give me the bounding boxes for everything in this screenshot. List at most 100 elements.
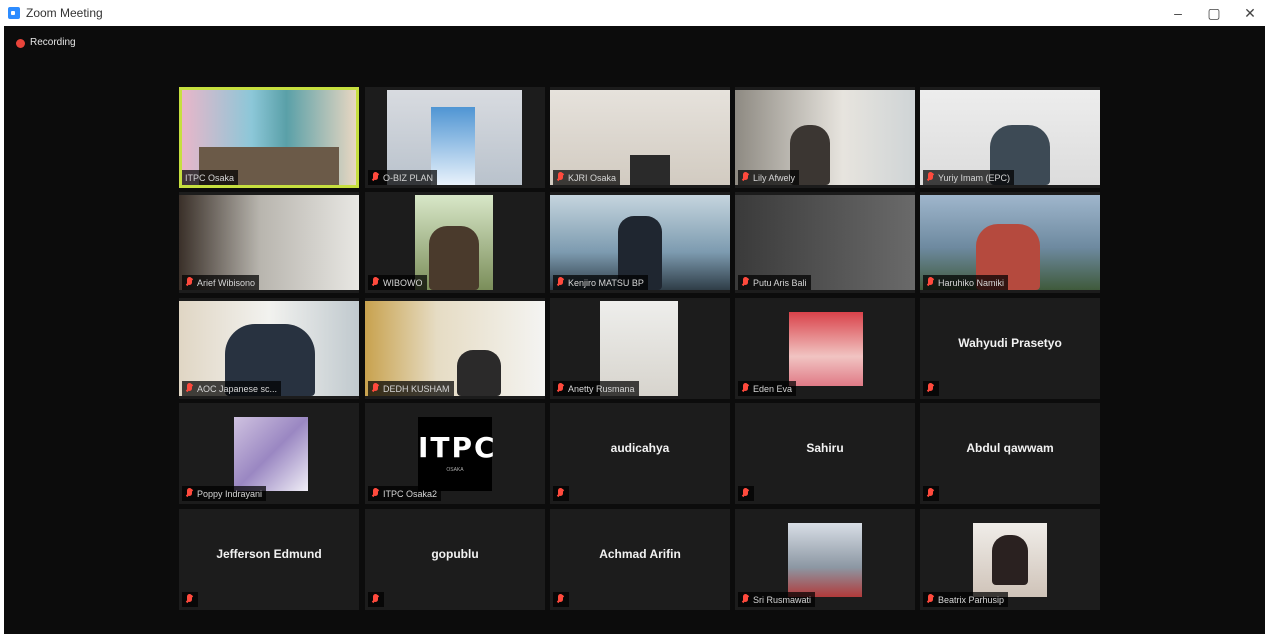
participant-display-name: audicahya xyxy=(610,441,670,455)
participant-tile[interactable]: WIBOWO xyxy=(365,192,545,293)
video-banner xyxy=(431,107,475,185)
participant-name: WIBOWO xyxy=(383,277,423,288)
participant-name-strip: Eden Eva xyxy=(738,381,797,396)
muted-mic-icon xyxy=(741,277,750,288)
participant-name-strip xyxy=(923,486,939,501)
participant-tile[interactable]: Poppy Indrayani xyxy=(179,403,359,504)
muted-mic-icon xyxy=(371,488,380,499)
minimize-button[interactable]: – xyxy=(1163,2,1193,24)
zoom-app-icon xyxy=(8,7,20,19)
muted-mic-icon xyxy=(741,594,750,605)
participant-name-strip: AOC Japanese sc... xyxy=(182,381,282,396)
participant-tile[interactable]: Putu Aris Bali xyxy=(735,192,915,293)
participant-name-strip: Yuriy Imam (EPC) xyxy=(923,170,1015,185)
participant-tile[interactable]: ITPC Osaka xyxy=(179,87,359,188)
muted-mic-icon xyxy=(741,172,750,183)
participant-tile[interactable]: Lily Afwely xyxy=(735,87,915,188)
participant-tile[interactable]: Wahyudi Prasetyo xyxy=(920,298,1100,399)
muted-mic-icon xyxy=(371,594,380,605)
participant-tile[interactable]: Sri Rusmawati xyxy=(735,509,915,610)
maximize-button[interactable]: ▢ xyxy=(1199,2,1229,24)
participant-tile[interactable]: AOC Japanese sc... xyxy=(179,298,359,399)
participant-name: Yuriy Imam (EPC) xyxy=(938,172,1011,183)
participant-tile[interactable]: Beatrix Parhusip xyxy=(920,509,1100,610)
participant-name-strip: WIBOWO xyxy=(368,275,427,290)
muted-mic-icon xyxy=(556,594,565,605)
participant-tile[interactable]: ITPC OSAKA ITPC Osaka2 xyxy=(365,403,545,504)
participant-name-strip xyxy=(553,592,569,607)
participant-name-strip xyxy=(553,486,569,501)
participant-tile[interactable]: Kenjiro MATSU BP xyxy=(550,192,730,293)
muted-mic-icon xyxy=(371,277,380,288)
participant-name: Eden Eva xyxy=(753,383,793,394)
participant-name-strip: Arief Wibisono xyxy=(182,275,260,290)
participant-name: Lily Afwely xyxy=(753,172,796,183)
muted-mic-icon xyxy=(556,488,565,499)
muted-mic-icon xyxy=(371,172,380,183)
muted-mic-icon xyxy=(926,383,935,394)
close-button[interactable]: ✕ xyxy=(1235,2,1265,24)
muted-mic-icon xyxy=(926,172,935,183)
participant-name-strip: Anetty Rusmana xyxy=(553,381,639,396)
participant-name: Haruhiko Namiki xyxy=(938,277,1005,288)
participant-display-name: gopublu xyxy=(431,547,479,561)
participant-tile[interactable]: Eden Eva xyxy=(735,298,915,399)
participant-tile[interactable]: KJRI Osaka xyxy=(550,87,730,188)
recording-label: Recording xyxy=(30,37,76,48)
participant-tile[interactable]: DEDH KUSHAM xyxy=(365,298,545,399)
muted-mic-icon xyxy=(926,277,935,288)
participant-name-strip: Beatrix Parhusip xyxy=(923,592,1009,607)
participant-display-name: Abdul qawwam xyxy=(966,441,1054,455)
participant-name: Putu Aris Bali xyxy=(753,277,807,288)
muted-mic-icon xyxy=(926,488,935,499)
video-person xyxy=(992,535,1028,585)
participant-tile[interactable]: Jefferson Edmund xyxy=(179,509,359,610)
muted-mic-icon xyxy=(185,383,194,394)
participant-name-strip: Sri Rusmawati xyxy=(738,592,816,607)
participant-display-name: Achmad Arifin xyxy=(599,547,681,561)
muted-mic-icon xyxy=(185,277,194,288)
video-person xyxy=(457,350,501,396)
participant-tile[interactable]: Abdul qawwam xyxy=(920,403,1100,504)
itpc-logo-subtext: OSAKA xyxy=(446,467,464,473)
participant-name: Kenjiro MATSU BP xyxy=(568,277,644,288)
participant-photo xyxy=(788,523,862,597)
recording-dot-icon xyxy=(16,39,25,48)
participant-tile[interactable]: Haruhiko Namiki xyxy=(920,192,1100,293)
participant-name-strip: Haruhiko Namiki xyxy=(923,275,1009,290)
video-person xyxy=(429,226,479,290)
participant-name-strip xyxy=(182,592,198,607)
video-person xyxy=(630,155,670,185)
participant-photo xyxy=(234,417,308,491)
participant-name: Arief Wibisono xyxy=(197,277,256,288)
participant-tile[interactable]: Sahiru xyxy=(735,403,915,504)
participant-name: AOC Japanese sc... xyxy=(197,383,278,394)
participant-name: O-BIZ PLAN xyxy=(383,172,434,183)
muted-mic-icon xyxy=(371,383,380,394)
participant-tile[interactable]: Anetty Rusmana xyxy=(550,298,730,399)
muted-mic-icon xyxy=(741,383,750,394)
participant-name-strip: Kenjiro MATSU BP xyxy=(553,275,648,290)
muted-mic-icon xyxy=(556,277,565,288)
window-titlebar: Zoom Meeting – ▢ ✕ xyxy=(0,0,1269,26)
participant-name: Sri Rusmawati xyxy=(753,594,812,605)
participant-logo-image: ITPC OSAKA xyxy=(418,417,495,491)
participant-tile[interactable]: Yuriy Imam (EPC) xyxy=(920,87,1100,188)
participant-name-strip xyxy=(738,486,754,501)
participant-name-strip: ITPC Osaka2 xyxy=(368,486,442,501)
participant-tile[interactable]: O-BIZ PLAN xyxy=(365,87,545,188)
participant-name-strip xyxy=(923,381,939,396)
meeting-gallery-view: Recording ITPC Osaka O-BIZ PLAN KJRI Osa… xyxy=(4,26,1265,634)
participant-name-strip: O-BIZ PLAN xyxy=(368,170,438,185)
participant-tile[interactable]: Arief Wibisono xyxy=(179,192,359,293)
participant-tile[interactable]: audicahya xyxy=(550,403,730,504)
participant-name-strip: KJRI Osaka xyxy=(553,170,621,185)
muted-mic-icon xyxy=(556,383,565,394)
participant-tile[interactable]: gopublu xyxy=(365,509,545,610)
participant-name-strip xyxy=(368,592,384,607)
participant-name-strip: Lily Afwely xyxy=(738,170,800,185)
participant-tile[interactable]: Achmad Arifin xyxy=(550,509,730,610)
participant-name-strip: Putu Aris Bali xyxy=(738,275,811,290)
participant-name-strip: Poppy Indrayani xyxy=(182,486,267,501)
participant-display-name: Wahyudi Prasetyo xyxy=(958,336,1062,350)
